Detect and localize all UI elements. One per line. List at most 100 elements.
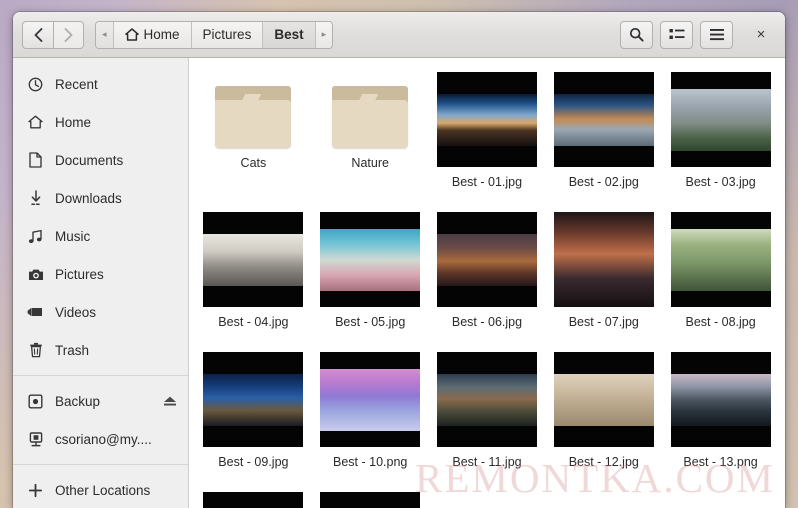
breadcrumb-item-best[interactable]: Best bbox=[263, 21, 316, 48]
back-button[interactable] bbox=[22, 20, 53, 49]
file-item[interactable]: Best - 11.jpg bbox=[429, 346, 546, 486]
breadcrumb-scroll-right-button[interactable]: ▸ bbox=[315, 21, 333, 48]
thumbnail bbox=[553, 212, 654, 307]
header-actions: × bbox=[620, 20, 776, 49]
thumbnail bbox=[436, 212, 537, 307]
file-name-label: Best - 03.jpg bbox=[685, 175, 756, 189]
breadcrumb-item-pictures[interactable]: Pictures bbox=[191, 21, 264, 48]
breadcrumb-item-home[interactable]: Home bbox=[113, 21, 192, 48]
sidebar-item-recent[interactable]: Recent bbox=[13, 65, 188, 103]
plus-icon bbox=[27, 482, 44, 499]
header-bar: ◂ Home Pictures Best ▸ × bbox=[13, 12, 785, 58]
folder-icon bbox=[332, 86, 409, 148]
sidebar-item-music[interactable]: Music bbox=[13, 217, 188, 255]
sidebar-item-downloads[interactable]: Downloads bbox=[13, 179, 188, 217]
desktop-background: ◂ Home Pictures Best ▸ × Recent Home Doc… bbox=[0, 0, 798, 508]
video-camera-icon bbox=[27, 304, 44, 321]
file-name-label: Best - 05.jpg bbox=[335, 315, 406, 329]
sidebar-item-label: Recent bbox=[55, 76, 98, 92]
breadcrumb-scroll-left-button[interactable]: ◂ bbox=[96, 21, 114, 48]
file-name-label: Best - 02.jpg bbox=[568, 175, 639, 189]
file-grid-area[interactable]: Cats Nature Best - 01.jpg Best - 02.jpg Best… bbox=[189, 58, 785, 508]
sidebar-item-label: Pictures bbox=[55, 266, 104, 282]
sidebar-item-documents[interactable]: Documents bbox=[13, 141, 188, 179]
sidebar-item-network-share[interactable]: csoriano@my.... bbox=[13, 420, 188, 458]
folder-item[interactable]: Nature bbox=[312, 66, 429, 206]
sidebar-divider bbox=[13, 375, 188, 376]
file-name-label: Best - 10.png bbox=[333, 455, 408, 469]
sidebar-item-label: Downloads bbox=[55, 190, 122, 206]
file-item[interactable]: Best - 08.jpg bbox=[662, 206, 779, 346]
file-item[interactable]: Best - 12.jpg bbox=[545, 346, 662, 486]
music-note-icon bbox=[27, 228, 44, 245]
breadcrumb-label: Home bbox=[143, 27, 180, 42]
hamburger-menu-icon bbox=[709, 29, 724, 41]
file-grid: Cats Nature Best - 01.jpg Best - 02.jpg Best… bbox=[189, 58, 785, 508]
file-item[interactable]: Best - 04.jpg bbox=[195, 206, 312, 346]
sidebar-item-label: csoriano@my.... bbox=[55, 431, 152, 447]
thumbnail bbox=[670, 72, 771, 167]
thumbnail bbox=[320, 352, 421, 447]
thumbnail bbox=[320, 212, 421, 307]
sidebar-item-label: Home bbox=[55, 114, 92, 130]
sidebar: Recent Home Documents Downloads Music Pi… bbox=[13, 58, 189, 508]
sidebar-item-label: Documents bbox=[55, 152, 124, 168]
download-arrow-icon bbox=[27, 190, 44, 207]
search-button[interactable] bbox=[620, 20, 653, 49]
sidebar-item-label: Music bbox=[55, 228, 91, 244]
eject-icon[interactable] bbox=[163, 395, 177, 407]
file-item[interactable]: Best - 09.jpg bbox=[195, 346, 312, 486]
thumbnail bbox=[670, 212, 771, 307]
sidebar-item-label: Trash bbox=[55, 342, 90, 358]
file-name-label: Best - 08.jpg bbox=[685, 315, 756, 329]
sidebar-item-home[interactable]: Home bbox=[13, 103, 188, 141]
breadcrumb-label: Pictures bbox=[202, 27, 252, 42]
file-item[interactable]: Best - 13.png bbox=[662, 346, 779, 486]
sidebar-item-label: Backup bbox=[55, 393, 101, 409]
file-name-label: Best - 07.jpg bbox=[568, 315, 639, 329]
file-name-label: Best - 09.jpg bbox=[218, 455, 289, 469]
file-item[interactable]: Best - 10.png bbox=[312, 346, 429, 486]
thumbnail bbox=[203, 492, 304, 508]
chevron-right-icon bbox=[64, 27, 73, 42]
home-icon bbox=[27, 114, 44, 131]
sidebar-item-backup[interactable]: Backup bbox=[13, 382, 188, 420]
file-item[interactable] bbox=[195, 486, 312, 508]
file-name-label: Best - 01.jpg bbox=[451, 175, 523, 189]
file-name-label: Best - 13.png bbox=[683, 455, 758, 469]
search-icon bbox=[629, 27, 644, 42]
sidebar-item-other-locations[interactable]: Other Locations bbox=[13, 471, 188, 508]
thumbnail bbox=[553, 352, 654, 447]
sidebar-item-label: Other Locations bbox=[55, 482, 151, 498]
thumbnail bbox=[436, 72, 537, 167]
menu-button[interactable] bbox=[700, 20, 733, 49]
file-item[interactable] bbox=[312, 486, 429, 508]
forward-button[interactable] bbox=[53, 20, 84, 49]
camera-icon bbox=[27, 266, 44, 283]
folder-item[interactable]: Cats bbox=[195, 66, 312, 206]
file-name-label: Best - 04.jpg bbox=[218, 315, 289, 329]
file-name-label: Cats bbox=[240, 156, 267, 170]
sidebar-divider bbox=[13, 464, 188, 465]
navigation-button-group bbox=[22, 20, 84, 49]
thumbnail bbox=[320, 492, 421, 508]
file-name-label: Best - 11.jpg bbox=[452, 455, 522, 469]
file-item[interactable]: Best - 02.jpg bbox=[545, 66, 662, 206]
thumbnail bbox=[553, 72, 654, 167]
breadcrumb: ◂ Home Pictures Best ▸ bbox=[95, 20, 334, 49]
file-item[interactable]: Best - 07.jpg bbox=[545, 206, 662, 346]
sidebar-item-videos[interactable]: Videos bbox=[13, 293, 188, 331]
file-item[interactable]: Best - 05.jpg bbox=[312, 206, 429, 346]
file-item[interactable]: Best - 06.jpg bbox=[429, 206, 546, 346]
file-item[interactable]: Best - 03.jpg bbox=[662, 66, 779, 206]
file-item[interactable]: Best - 01.jpg bbox=[429, 66, 546, 206]
view-options-button[interactable] bbox=[660, 20, 693, 49]
thumbnail bbox=[203, 212, 304, 307]
folder-icon bbox=[215, 86, 292, 148]
close-button[interactable]: × bbox=[746, 21, 776, 49]
chevron-left-icon bbox=[34, 27, 42, 42]
sidebar-item-pictures[interactable]: Pictures bbox=[13, 255, 188, 293]
sidebar-item-trash[interactable]: Trash bbox=[13, 331, 188, 369]
trash-icon bbox=[27, 342, 44, 359]
thumbnail bbox=[670, 352, 771, 447]
